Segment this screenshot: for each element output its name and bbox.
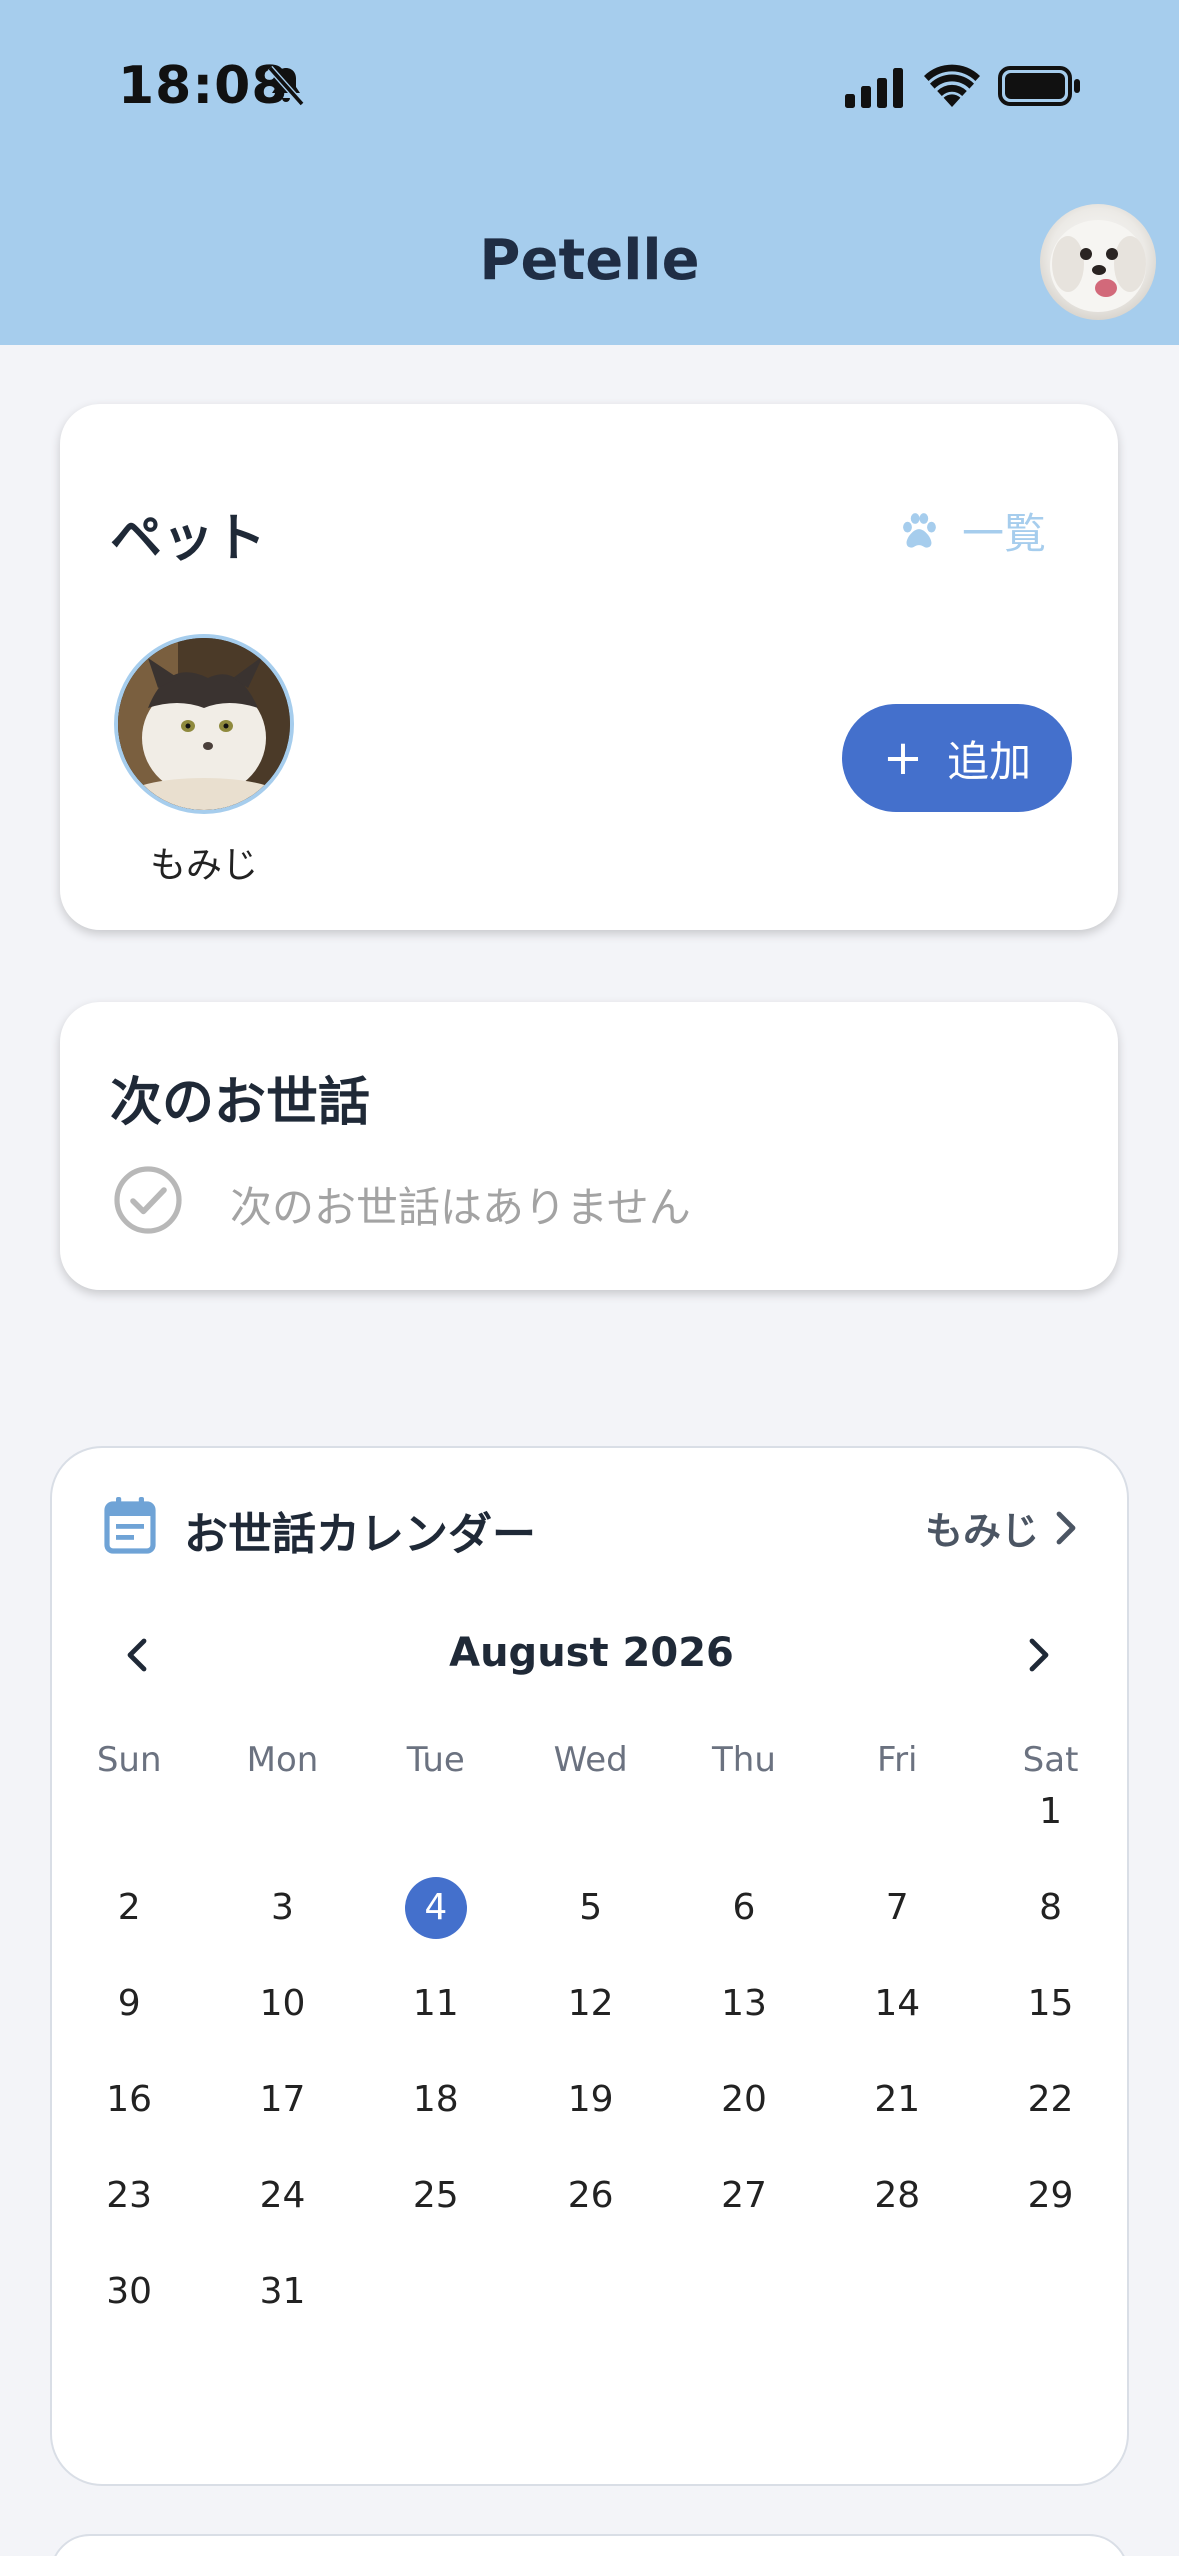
calendar-day[interactable]: 19 [514, 2069, 668, 2131]
calendar-day[interactable]: 1 [974, 1781, 1128, 1843]
pet-avatar-momiji[interactable] [114, 634, 294, 814]
calendar-day[interactable]: 5 [514, 1877, 668, 1939]
calendar-day[interactable]: 31 [205, 2261, 359, 2323]
calendar-day-today[interactable]: 4 [359, 1877, 513, 1939]
pet-list-link[interactable]: 一覧 [896, 500, 1046, 561]
paw-icon [903, 512, 936, 548]
calendar-day[interactable]: 15 [974, 1973, 1128, 2035]
calendar-day[interactable]: 29 [974, 2165, 1128, 2227]
add-pet-button[interactable]: + 追加 [842, 704, 1072, 812]
next-care-empty-message: 次のお世話はありません [230, 1183, 691, 1232]
calendar-day[interactable]: 18 [359, 2069, 513, 2131]
calendar-day[interactable]: 6 [667, 1877, 821, 1939]
calendar-day[interactable]: 22 [974, 2069, 1128, 2131]
add-pet-label: 追加 [947, 736, 1032, 786]
calendar-day[interactable]: 3 [205, 1877, 359, 1939]
calendar-day[interactable]: 7 [820, 1877, 974, 1939]
app-header: 18:08 Petelle [0, 0, 1179, 345]
calendar-day[interactable]: 9 [52, 1973, 206, 2035]
calendar-day[interactable]: 25 [359, 2165, 513, 2227]
pet-name: もみじ [149, 845, 258, 886]
calendar-day[interactable]: 14 [820, 1973, 974, 2035]
calendar-day[interactable]: 27 [667, 2165, 821, 2227]
calendar-day[interactable]: 12 [514, 1973, 668, 2035]
bell-off-icon [267, 65, 305, 107]
app-screen: 18:08 Petelle ペット 一覧 もみじ + 追加 次のお世話 次のお世… [0, 0, 1179, 2556]
calendar-day[interactable]: 23 [52, 2165, 206, 2227]
calendar-day[interactable]: 10 [205, 1973, 359, 2035]
cat-photo [118, 638, 290, 810]
plus-icon: + [882, 730, 924, 786]
calendar-day[interactable]: 21 [820, 2069, 974, 2131]
calendar-day[interactable]: 26 [514, 2165, 668, 2227]
wifi-icon [924, 64, 980, 107]
calendar-day[interactable]: 13 [667, 1973, 821, 2035]
pet-list-label: 一覧 [961, 509, 1046, 558]
calendar-day[interactable]: 11 [359, 1973, 513, 2035]
next-section-card [50, 2534, 1129, 2556]
battery-icon [998, 66, 1080, 106]
calendar-day[interactable]: 2 [52, 1877, 206, 1939]
calendar-day[interactable]: 30 [52, 2261, 206, 2323]
app-title: Petelle [479, 228, 700, 293]
pets-title: ペット [110, 509, 267, 569]
pets-card: ペット 一覧 もみじ + 追加 [60, 404, 1118, 930]
next-care-title: 次のお世話 [110, 1073, 371, 1133]
calendar-day[interactable]: 24 [205, 2165, 359, 2227]
calendar-day[interactable]: 28 [820, 2165, 974, 2227]
calendar-day[interactable]: 17 [205, 2069, 359, 2131]
calendar-day[interactable]: 8 [974, 1877, 1128, 1939]
calendar-day-grid: 1 2 3 4 5 6 7 8 9 10 11 12 13 14 15 16 17 18 19 20 21 22 23 24 2… [52, 1448, 1131, 2488]
care-calendar-card: お世話カレンダー もみじ August 2026 Sun Mon Tue Wed Thu… [50, 1446, 1129, 2486]
calendar-day[interactable]: 16 [52, 2069, 206, 2131]
dog-photo [1050, 220, 1146, 312]
next-care-card: 次のお世話 次のお世話はありません [60, 1002, 1118, 1290]
check-circle-icon [114, 1166, 182, 1234]
calendar-day[interactable]: 20 [667, 2069, 821, 2131]
user-avatar[interactable] [1040, 204, 1156, 320]
signal-icon [845, 68, 903, 108]
